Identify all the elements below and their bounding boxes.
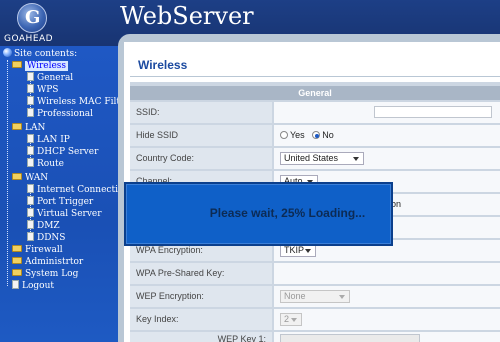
sidebar-item-internet-connection[interactable]: Internet Connection (27, 184, 129, 196)
hide-ssid-cell: Yes No (274, 125, 500, 146)
wpa-key-cell (274, 263, 500, 284)
page-icon (27, 158, 34, 167)
folder-open-icon (12, 61, 22, 68)
hide-ssid-yes-label: Yes (290, 130, 305, 140)
sidebar-item-system-log[interactable]: System Log (12, 268, 78, 280)
country-code-select[interactable]: United States (280, 152, 364, 166)
sidebar-item-dhcp-server[interactable]: DHCP Server (27, 146, 98, 158)
wep-key-1-label: WEP Key 1: (130, 332, 272, 342)
page-icon (27, 184, 34, 193)
wep-key-1-cell (274, 332, 500, 342)
sidebar-item-route[interactable]: Route (27, 158, 64, 170)
sidebar-group-label: LAN (25, 123, 46, 133)
sidebar-group-wan[interactable]: WAN (12, 172, 48, 184)
sidebar-item-dmz[interactable]: DMZ (27, 220, 60, 232)
wep-encryption-cell: None (274, 286, 500, 307)
key-index-label: Key Index: (130, 309, 272, 330)
page-icon (27, 146, 34, 155)
hide-ssid-label: Hide SSID (130, 125, 272, 146)
sidebar-item-lan-ip[interactable]: LAN IP (27, 134, 70, 146)
sidebar-group-label: Wireless (25, 61, 69, 71)
sidebar-item-virtual-server[interactable]: Virtual Server (27, 208, 102, 220)
ssid-cell (274, 102, 500, 123)
wpa-encryption-select[interactable]: TKIP (280, 244, 316, 258)
page-icon (27, 196, 34, 205)
page-icon (27, 84, 34, 93)
sidebar: Site contents: Wireless General WPS Wire… (0, 46, 130, 342)
page-icon (27, 220, 34, 229)
page-icon (12, 280, 19, 289)
sidebar-item-ddns[interactable]: DDNS (27, 232, 65, 244)
folder-icon (12, 257, 22, 264)
key-index-cell: 2 (274, 309, 500, 330)
sidebar-group-wireless[interactable]: Wireless (12, 60, 69, 72)
page-icon (27, 232, 34, 241)
ssid-input[interactable] (374, 106, 492, 118)
loading-message: Please wait, 25% Loading... (209, 206, 366, 220)
page-icon (27, 72, 34, 81)
folder-icon (12, 245, 22, 252)
ssid-label: SSID: (130, 102, 272, 123)
tree-trunk-line (7, 60, 8, 286)
goahead-logo-icon: G (17, 3, 47, 33)
folder-open-icon (12, 123, 22, 130)
chevron-down-icon (339, 295, 345, 300)
wep-encryption-label: WEP Encryption: (130, 286, 272, 307)
table-header: General (130, 86, 500, 100)
wpa-key-label: WPA Pre-Shared Key: (130, 263, 272, 284)
country-code-cell: United States (274, 148, 500, 169)
section-title: Wireless (138, 58, 188, 72)
sidebar-item-port-trigger[interactable]: Port Trigger (27, 196, 93, 208)
hide-ssid-no-label: No (322, 130, 334, 140)
loading-dialog: Please wait, 25% Loading... (124, 182, 393, 246)
app-title: WebServer (120, 2, 254, 30)
country-code-label: Country Code: (130, 148, 272, 169)
sidebar-item-wps[interactable]: WPS (27, 84, 58, 96)
chevron-down-icon (353, 157, 359, 162)
sidebar-item-professional[interactable]: Professional (27, 108, 93, 120)
sidebar-item-firewall[interactable]: Firewall (12, 244, 63, 256)
logo-text: GoAhead (4, 34, 54, 44)
sidebar-item-general[interactable]: General (27, 72, 73, 84)
hide-ssid-no-radio[interactable] (312, 130, 321, 139)
folder-icon (12, 269, 22, 276)
folder-open-icon (12, 173, 22, 180)
wep-encryption-select[interactable]: None (280, 290, 350, 304)
page-icon (27, 208, 34, 217)
site-contents-root: Site contents: (3, 48, 77, 60)
wep-key-1-input[interactable] (280, 334, 420, 342)
page-icon (27, 96, 34, 105)
page-icon (27, 134, 34, 143)
globe-icon (3, 48, 12, 57)
hide-ssid-yes-radio[interactable] (280, 130, 288, 139)
title-divider (130, 76, 500, 77)
sidebar-item-wireless-mac-filter[interactable]: Wireless MAC Filter (27, 96, 130, 108)
page-icon (27, 108, 34, 117)
sidebar-item-logout[interactable]: Logout (12, 280, 54, 292)
key-index-select[interactable]: 2 (280, 313, 302, 327)
chevron-down-icon (291, 318, 297, 323)
site-contents-label: Site contents: (14, 49, 78, 59)
chevron-down-icon (305, 249, 311, 254)
sidebar-group-lan[interactable]: LAN (12, 122, 45, 134)
sidebar-group-label: WAN (25, 173, 49, 183)
sidebar-item-administrator[interactable]: Administrtor (12, 256, 83, 268)
